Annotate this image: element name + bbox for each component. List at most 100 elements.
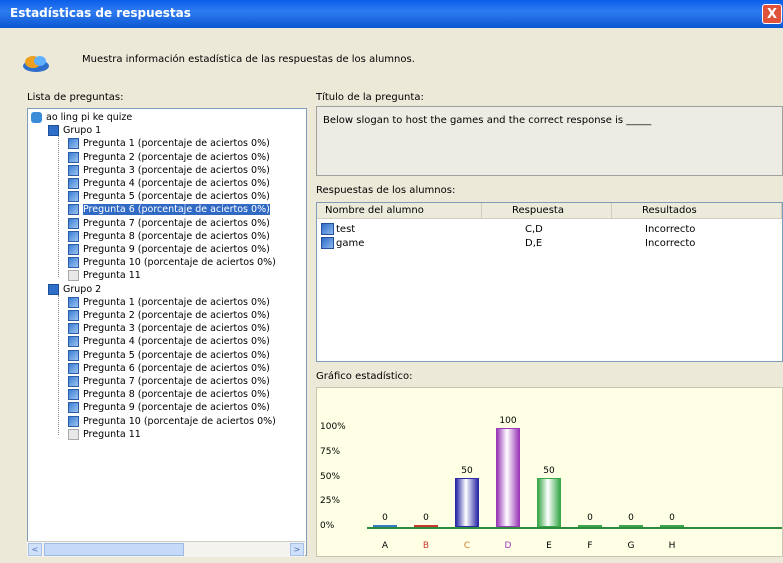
- column-header-name[interactable]: Nombre del alumno: [317, 203, 482, 219]
- tree-item[interactable]: Pregunta 3 (porcentaje de aciertos 0%): [68, 164, 270, 177]
- tree-item[interactable]: Pregunta 8 (porcentaje de aciertos 0%): [68, 230, 270, 243]
- bar-value-label: 0: [423, 513, 429, 523]
- tree-item-label: Pregunta 1 (porcentaje de aciertos 0%): [83, 138, 270, 150]
- tree-item-label: Pregunta 7 (porcentaje de aciertos 0%): [83, 376, 270, 387]
- tree-item[interactable]: Pregunta 7 (porcentaje de aciertos 0%): [68, 217, 270, 230]
- tree-item[interactable]: Pregunta 8 (porcentaje de aciertos 0%): [68, 388, 270, 401]
- tree-group[interactable]: Grupo 2: [48, 283, 101, 296]
- tree-item-label: Pregunta 6 (porcentaje de aciertos 0%): [83, 204, 270, 216]
- chart-label: Gráfico estadístico:: [316, 371, 413, 382]
- question-title-text: Below slogan to host the games and the c…: [323, 115, 652, 126]
- tree-item[interactable]: Pregunta 6 (porcentaje de aciertos 0%): [68, 203, 270, 216]
- tree-item[interactable]: Pregunta 7 (porcentaje de aciertos 0%): [68, 375, 270, 388]
- question-icon: [68, 428, 79, 440]
- table-row[interactable]: test: [321, 223, 355, 237]
- tree-item-label: Pregunta 6 (porcentaje de aciertos 0%): [83, 362, 270, 374]
- quiz-icon: [31, 112, 42, 123]
- question-icon: [68, 191, 79, 203]
- bar-value-label: 0: [382, 513, 388, 523]
- tree-root[interactable]: ao ling pi ke quize: [31, 111, 132, 124]
- question-icon: [68, 244, 79, 255]
- tree-item-label: Pregunta 4 (porcentaje de aciertos 0%): [83, 336, 270, 348]
- answers-table[interactable]: Nombre del alumno Respuesta Resultados t…: [316, 202, 783, 362]
- chart-bar: [414, 525, 438, 527]
- tree-item-label: Pregunta 1 (porcentaje de aciertos 0%): [83, 296, 270, 308]
- window-title: Estadísticas de respuestas: [10, 6, 191, 20]
- questions-tree[interactable]: ao ling pi ke quize Grupo 1 Pregunta 1 (po…: [27, 108, 307, 556]
- column-header-result[interactable]: Resultados: [612, 203, 782, 219]
- tree-connector: [58, 136, 59, 277]
- bar-value-label: 0: [587, 513, 593, 523]
- tree-item-label: Pregunta 8 (porcentaje de aciertos 0%): [83, 230, 270, 242]
- student-name: game: [336, 238, 365, 249]
- bar-value-label: 50: [543, 465, 555, 476]
- question-icon: [68, 376, 79, 387]
- tree-item-label: Pregunta 4 (porcentaje de aciertos 0%): [83, 178, 270, 189]
- x-tick-label: E: [546, 541, 552, 551]
- table-row[interactable]: game: [321, 237, 364, 251]
- group-icon: [48, 283, 59, 295]
- bar-value-label: 100: [499, 416, 517, 426]
- question-icon: [68, 257, 79, 269]
- chart-bar: [455, 477, 479, 527]
- chart-bar: [373, 525, 397, 527]
- tree-item[interactable]: Pregunta 2 (porcentaje de aciertos 0%): [68, 309, 270, 322]
- question-title-label: Título de la pregunta:: [316, 92, 424, 103]
- tree-item-label: Pregunta 11: [83, 428, 141, 440]
- tree-item[interactable]: Pregunta 1 (porcentaje de aciertos 0%): [68, 137, 270, 150]
- x-axis-line: [367, 527, 782, 529]
- question-icon: [68, 151, 79, 163]
- tree-group[interactable]: Grupo 1: [48, 124, 101, 137]
- tree-item-label: Pregunta 2 (porcentaje de aciertos 0%): [83, 151, 270, 163]
- column-header-answer[interactable]: Respuesta: [482, 203, 612, 219]
- bar-value-label: 0: [628, 513, 634, 523]
- question-icon: [68, 336, 79, 348]
- question-icon: [68, 230, 79, 242]
- y-tick-label: 0%: [320, 521, 335, 531]
- question-icon: [68, 402, 79, 414]
- tree-item[interactable]: Pregunta 6 (porcentaje de aciertos 0%): [68, 362, 270, 375]
- tree-item[interactable]: Pregunta 4 (porcentaje de aciertos 0%): [68, 177, 270, 190]
- tree-item[interactable]: Pregunta 9 (porcentaje de aciertos 0%): [68, 401, 270, 414]
- x-tick-label: D: [504, 541, 512, 551]
- x-tick-label: A: [381, 541, 389, 551]
- chart-bar: [660, 525, 684, 527]
- chart-bar: [537, 477, 561, 527]
- tree-item[interactable]: Pregunta 11: [68, 269, 141, 282]
- tree-item[interactable]: Pregunta 5 (porcentaje de aciertos 0%): [68, 349, 270, 362]
- question-icon: [68, 138, 79, 150]
- scroll-thumb[interactable]: [44, 543, 184, 556]
- tree-item[interactable]: Pregunta 11: [68, 428, 141, 441]
- tree-item-label: ao ling pi ke quize: [46, 112, 133, 123]
- bar-value-label: 0: [669, 513, 675, 523]
- scroll-right-button[interactable]: >: [290, 543, 304, 556]
- tree-item-label: Pregunta 5 (porcentaje de aciertos 0%): [83, 191, 270, 203]
- question-icon: [68, 349, 79, 361]
- question-icon: [68, 178, 79, 189]
- question-icon: [68, 415, 79, 427]
- tree-item[interactable]: Pregunta 5 (porcentaje de aciertos 0%): [68, 190, 270, 203]
- tree-connector: [58, 294, 59, 435]
- tree-item-label: Pregunta 9 (porcentaje de aciertos 0%): [83, 402, 270, 414]
- tree-item-label: Pregunta 10 (porcentaje de aciertos 0%): [83, 257, 276, 269]
- tree-item[interactable]: Pregunta 1 (porcentaje de aciertos 0%): [68, 296, 270, 309]
- tree-item[interactable]: Pregunta 2 (porcentaje de aciertos 0%): [68, 151, 270, 164]
- answers-label: Respuestas de los alumnos:: [316, 185, 456, 196]
- y-tick-label: 100%: [320, 422, 346, 432]
- tree-item[interactable]: Pregunta 10 (porcentaje de aciertos 0%): [68, 256, 276, 269]
- chart-bar: [619, 525, 643, 527]
- tree-horizontal-scrollbar[interactable]: < >: [27, 541, 305, 557]
- scroll-left-button[interactable]: <: [28, 543, 42, 556]
- tree-item-label: Pregunta 11: [83, 270, 141, 282]
- tree-item[interactable]: Pregunta 9 (porcentaje de aciertos 0%): [68, 243, 270, 256]
- question-icon: [68, 270, 79, 282]
- close-button[interactable]: X: [762, 4, 782, 24]
- tree-item[interactable]: Pregunta 10 (porcentaje de aciertos 0%): [68, 415, 276, 428]
- question-icon: [68, 217, 79, 229]
- tree-item[interactable]: Pregunta 4 (porcentaje de aciertos 0%): [68, 335, 270, 348]
- question-icon: [68, 296, 79, 308]
- question-icon: [68, 310, 79, 321]
- y-tick-label: 75%: [320, 446, 341, 457]
- y-tick-label: 25%: [320, 496, 341, 507]
- tree-item[interactable]: Pregunta 3 (porcentaje de aciertos 0%): [68, 322, 270, 335]
